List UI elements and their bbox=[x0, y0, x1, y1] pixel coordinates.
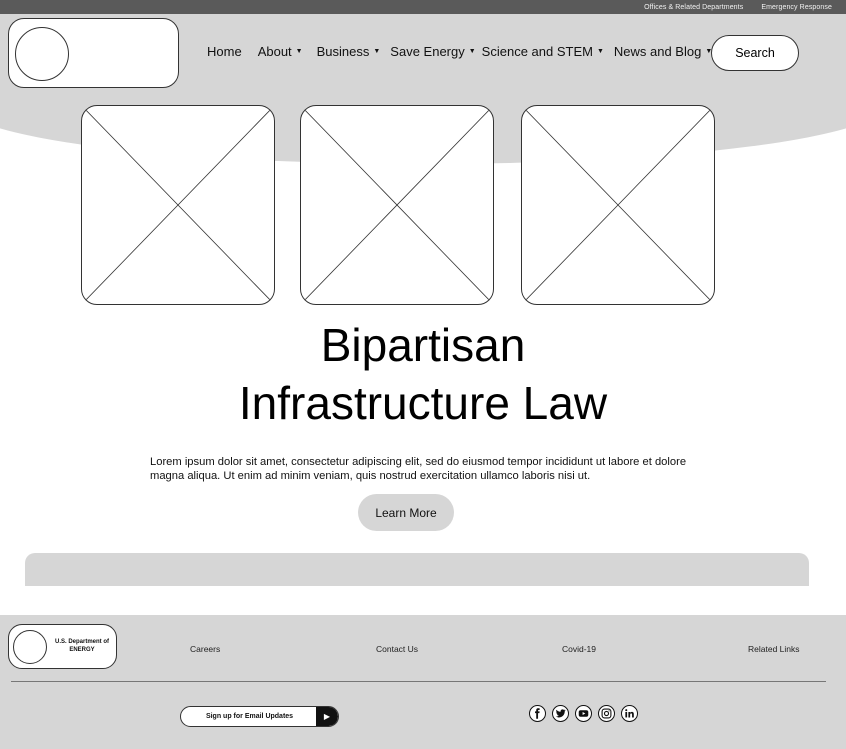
facebook-icon[interactable] bbox=[529, 705, 546, 722]
nav-news-blog[interactable]: News and Blog ▼ bbox=[614, 44, 712, 59]
nav-science-stem[interactable]: Science and STEM ▼ bbox=[482, 44, 604, 59]
hero-title: Bipartisan Infrastructure Law bbox=[0, 316, 846, 432]
footer-divider bbox=[11, 681, 826, 682]
nav-about-label: About bbox=[257, 44, 292, 59]
nav-business[interactable]: Business ▼ bbox=[317, 44, 381, 59]
instagram-icon[interactable] bbox=[598, 705, 615, 722]
youtube-icon[interactable] bbox=[575, 705, 592, 722]
nav-science-stem-label: Science and STEM bbox=[481, 44, 593, 59]
chevron-down-icon: ▼ bbox=[373, 48, 381, 55]
nav-home-label: Home bbox=[207, 44, 242, 59]
footer-link-careers[interactable]: Careers bbox=[190, 644, 220, 654]
search-button[interactable]: Search bbox=[711, 35, 799, 71]
site-logo[interactable] bbox=[8, 18, 179, 88]
nav-save-energy[interactable]: Save Energy ▼ bbox=[390, 44, 475, 59]
nav-business-label: Business bbox=[316, 44, 370, 59]
nav-save-energy-label: Save Energy bbox=[390, 44, 465, 59]
chevron-down-icon: ▼ bbox=[468, 48, 476, 55]
hero-title-line1: Bipartisan bbox=[320, 319, 526, 371]
nav-home[interactable]: Home bbox=[207, 44, 242, 59]
emergency-response-link[interactable]: Emergency Response bbox=[761, 4, 832, 11]
content-strip bbox=[25, 553, 809, 586]
nav-about[interactable]: About ▼ bbox=[258, 44, 303, 59]
chevron-down-icon: ▼ bbox=[295, 48, 303, 55]
placeholder-cross-icon bbox=[522, 106, 714, 304]
logo-emblem bbox=[15, 27, 69, 81]
footer-link-related[interactable]: Related Links bbox=[748, 644, 800, 654]
placeholder-cross-icon bbox=[82, 106, 274, 304]
image-placeholder bbox=[300, 105, 494, 305]
email-signup-label: Sign up for Email Updates bbox=[205, 713, 294, 720]
footer-logo[interactable]: U.S. Department of ENERGY bbox=[8, 624, 117, 669]
linkedin-icon[interactable] bbox=[621, 705, 638, 722]
chevron-down-icon: ▼ bbox=[596, 48, 604, 55]
footer-link-covid[interactable]: Covid-19 bbox=[562, 644, 596, 654]
hero-description: Lorem ipsum dolor sit amet, consectetur … bbox=[150, 456, 687, 482]
utility-bar: Offices & Related Departments Emergency … bbox=[0, 0, 846, 14]
main-nav: Home About ▼ Business ▼ Save Energy ▼ Sc… bbox=[207, 44, 712, 59]
footer: U.S. Department of ENERGY Careers Contac… bbox=[0, 615, 846, 749]
offices-link[interactable]: Offices & Related Departments bbox=[644, 4, 743, 11]
placeholder-cross-icon bbox=[301, 106, 493, 304]
play-arrow-icon[interactable]: ▶ bbox=[316, 707, 338, 726]
footer-logo-emblem bbox=[13, 630, 47, 664]
image-placeholder bbox=[81, 105, 275, 305]
footer-logo-text: U.S. Department of ENERGY bbox=[54, 639, 109, 653]
learn-more-button[interactable]: Learn More bbox=[358, 494, 454, 531]
image-placeholder bbox=[521, 105, 715, 305]
email-signup[interactable]: Sign up for Email Updates ▶ bbox=[180, 706, 339, 727]
social-links bbox=[529, 705, 638, 722]
nav-news-blog-label: News and Blog bbox=[613, 44, 702, 59]
twitter-icon[interactable] bbox=[552, 705, 569, 722]
hero-title-line2: Infrastructure Law bbox=[238, 377, 608, 429]
footer-link-contact[interactable]: Contact Us bbox=[376, 644, 418, 654]
